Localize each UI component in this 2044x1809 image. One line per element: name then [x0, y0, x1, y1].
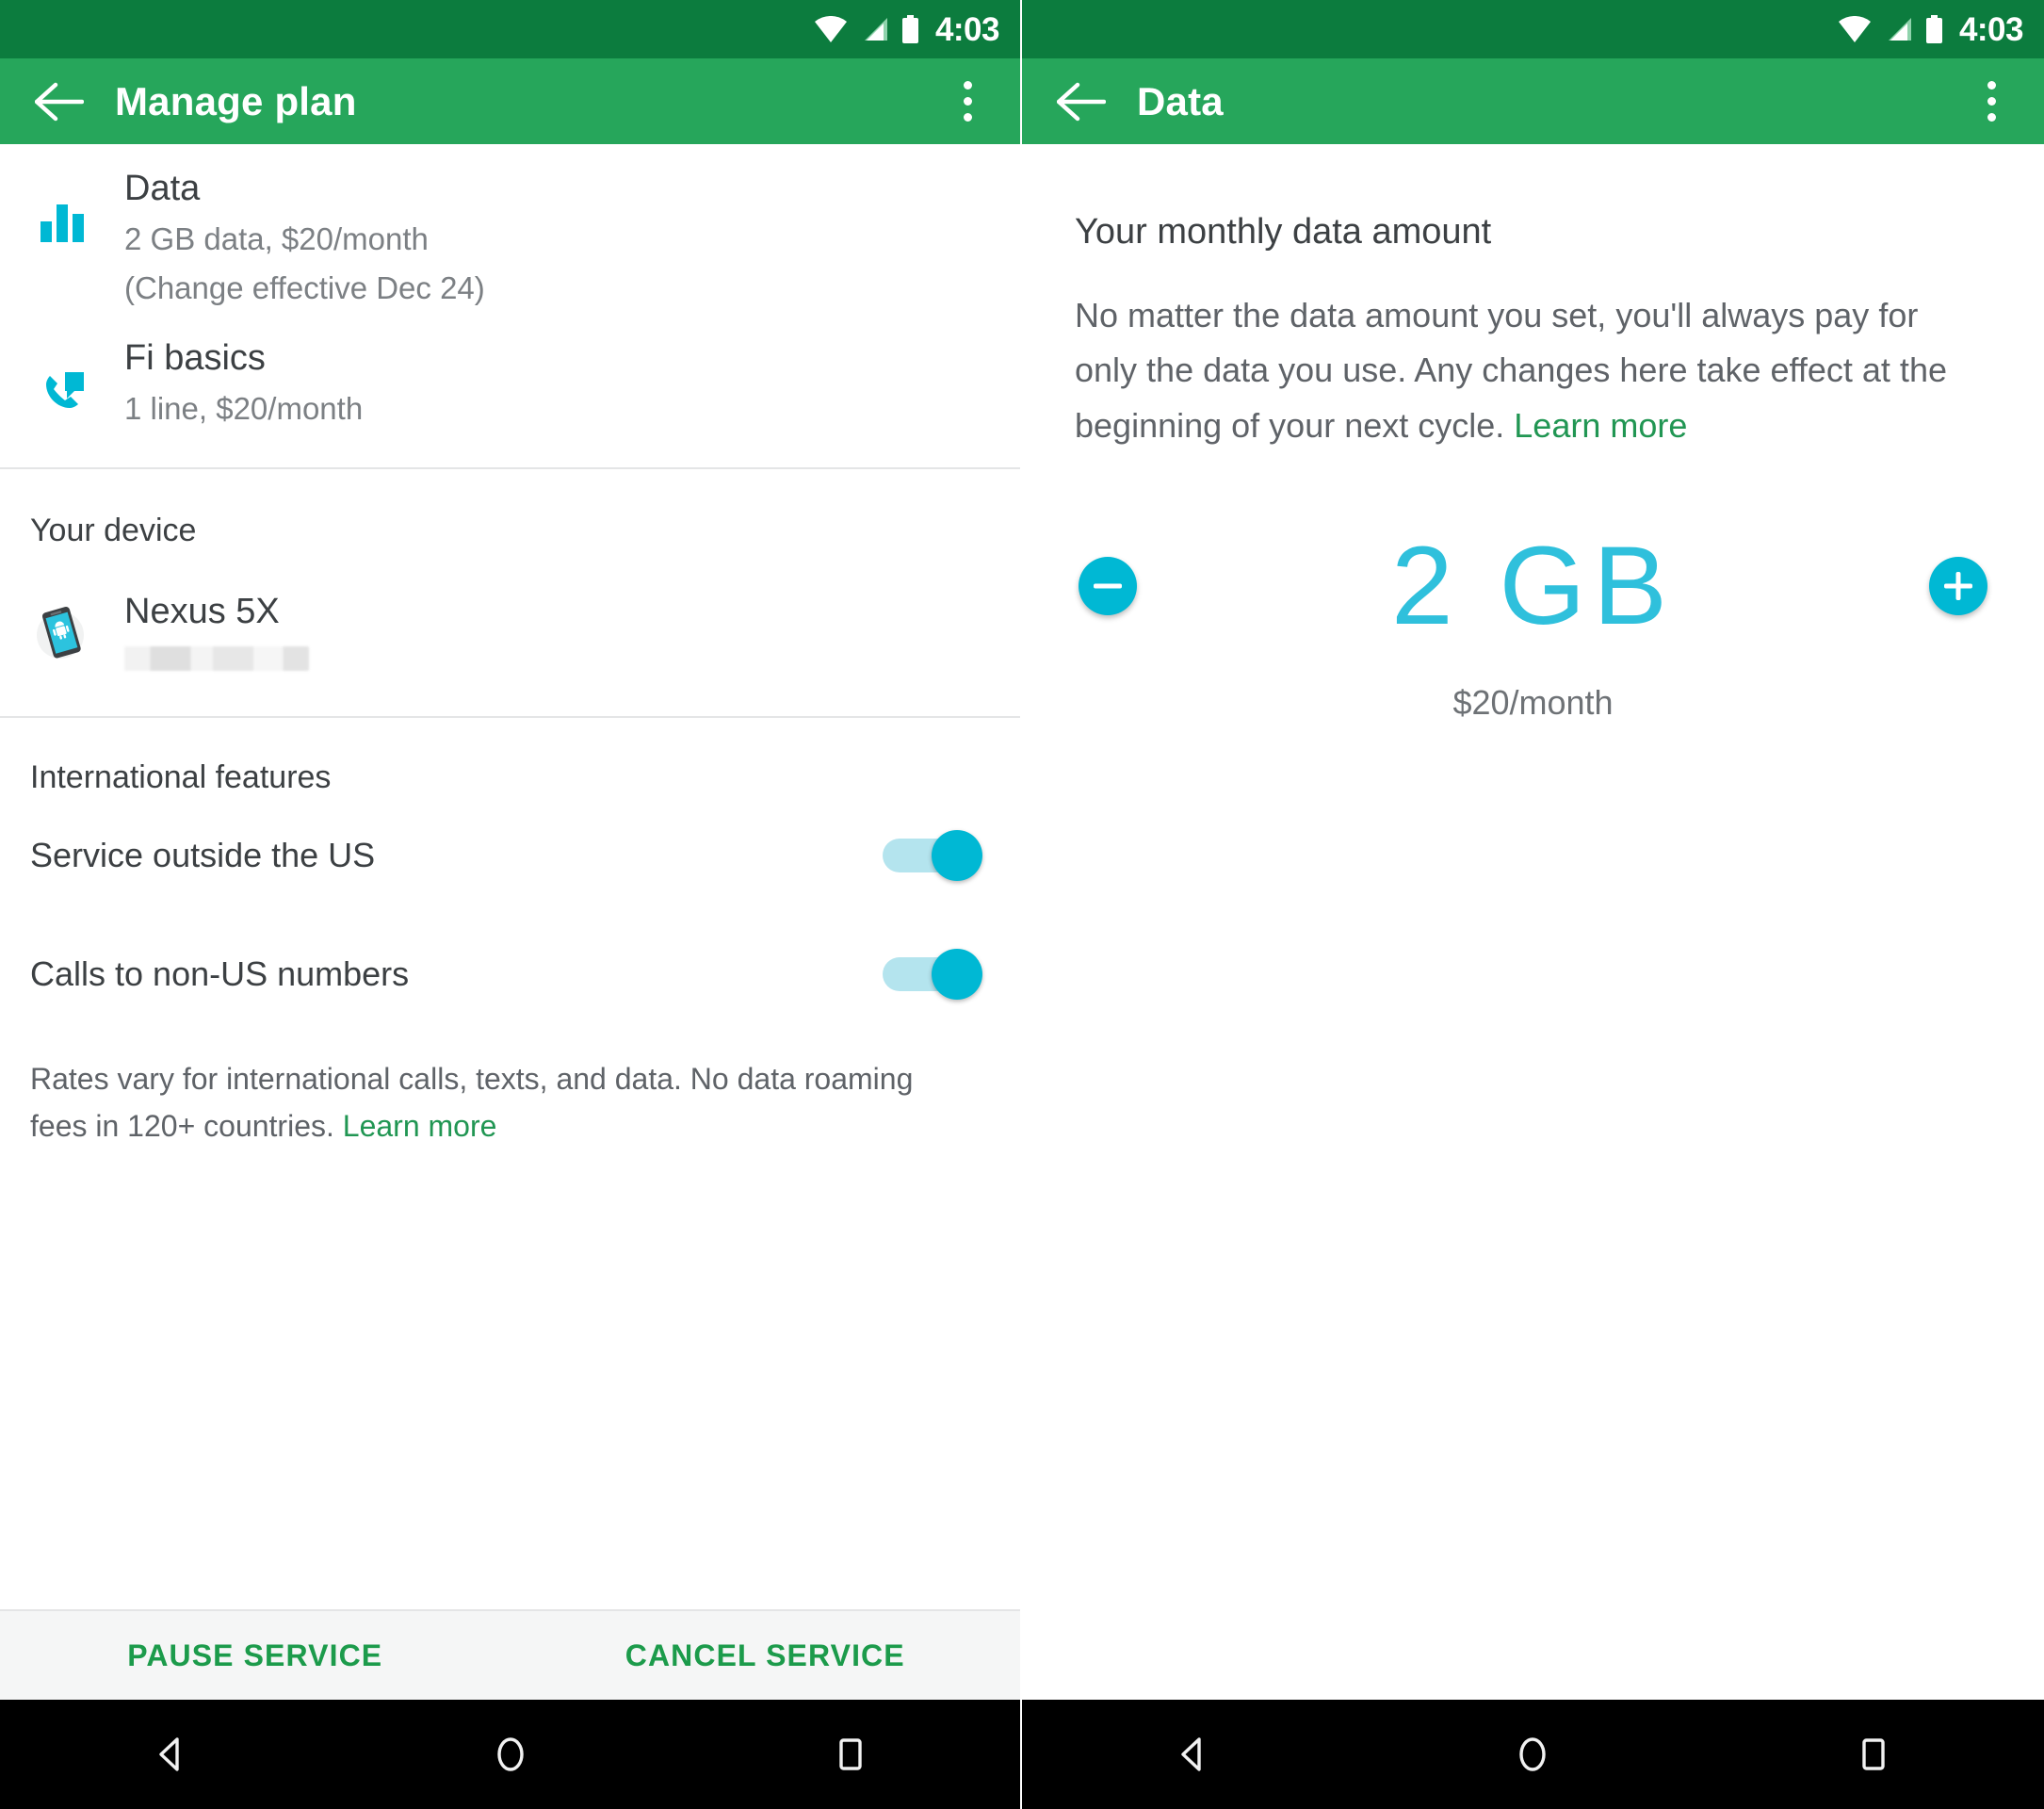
plan-row-data[interactable]: Data 2 GB data, $20/month (Change effect… — [0, 150, 1020, 319]
plan-row-title: Data — [124, 169, 201, 208]
phone-call-icon — [0, 336, 124, 416]
data-description-text: No matter the data amount you set, you'l… — [1075, 296, 1947, 445]
service-outside-us-switch[interactable] — [883, 830, 982, 882]
data-description: No matter the data amount you set, you'l… — [1022, 253, 2044, 453]
bar-chart-icon — [0, 167, 124, 246]
plan-row-sub1: 2 GB data, $20/month — [124, 221, 429, 257]
plan-row-sub2: (Change effective Dec 24) — [124, 270, 485, 306]
app-bar-right: Data — [1022, 58, 2044, 144]
dual-screenshot: 4:03 Manage plan Data 2 GB data, $20/mon… — [0, 0, 2044, 1809]
nav-back-icon[interactable] — [114, 1700, 227, 1809]
plus-circle-icon[interactable] — [1929, 556, 1987, 615]
nav-back-icon[interactable] — [1136, 1700, 1249, 1809]
nav-home-icon[interactable] — [1476, 1700, 1589, 1809]
data-learn-more-link[interactable]: Learn more — [1514, 406, 1687, 445]
toggle-label: Calls to non-US numbers — [30, 954, 410, 994]
device-row[interactable]: Nexus 5X — [0, 549, 1020, 717]
calls-to-non-us-numbers-switch[interactable] — [883, 949, 982, 1001]
right-content: Your monthly data amount No matter the d… — [1022, 144, 2044, 1700]
status-bar-icons-right: 4:03 — [1838, 10, 2024, 48]
plan-action-bar: PAUSE SERVICE CANCEL SERVICE — [0, 1609, 1020, 1700]
nav-recents-icon[interactable] — [1817, 1700, 1930, 1809]
cancel-service-button[interactable]: CANCEL SERVICE — [511, 1638, 1021, 1673]
wifi-icon — [814, 16, 847, 42]
data-price: $20/month — [1452, 682, 1614, 722]
plan-row-sub1: 1 line, $20/month — [124, 390, 364, 426]
toggle-label: Service outside the US — [30, 836, 376, 875]
overflow-menu-icon[interactable] — [1963, 67, 2020, 137]
rates-learn-more-link[interactable]: Learn more — [343, 1109, 497, 1143]
plan-row-texts: Data 2 GB data, $20/month (Change effect… — [124, 167, 1020, 310]
plan-row-fi-basics[interactable]: Fi basics 1 line, $20/month — [0, 319, 1020, 439]
pause-service-button[interactable]: PAUSE SERVICE — [0, 1638, 511, 1673]
status-bar-clock: 4:03 — [934, 10, 1000, 48]
nav-home-icon[interactable] — [454, 1700, 567, 1809]
nav-bar-left — [0, 1700, 1020, 1809]
status-bar-left: 4:03 — [0, 0, 1020, 58]
android-phone-icon — [0, 597, 124, 665]
left-content: Data 2 GB data, $20/month (Change effect… — [0, 144, 1020, 1700]
data-amount-stepper: 2 GB — [1022, 530, 2044, 642]
signal-icon — [859, 16, 889, 42]
minus-circle-icon[interactable] — [1079, 556, 1137, 615]
nav-bar-right — [1022, 1700, 2044, 1809]
monthly-data-amount-heading: Your monthly data amount — [1075, 212, 1492, 252]
plan-section: Data 2 GB data, $20/month (Change effect… — [0, 144, 1020, 467]
status-bar-right: 4:03 — [1022, 0, 2044, 58]
page-title: Data — [1137, 78, 1224, 123]
switch-thumb — [932, 830, 982, 882]
your-device-heading: Your device — [30, 512, 197, 548]
international-features-heading: International features — [30, 759, 332, 796]
page-title: Manage plan — [115, 78, 357, 123]
device-name: Nexus 5X — [124, 591, 280, 631]
device-texts: Nexus 5X — [124, 591, 1020, 672]
nav-recents-icon[interactable] — [794, 1700, 907, 1809]
redacted-phone-number — [124, 646, 309, 672]
toggle-row-calls-non-us[interactable]: Calls to non-US numbers — [0, 915, 1020, 1034]
plan-row-title: Fi basics — [124, 337, 266, 378]
signal-icon — [1883, 16, 1913, 42]
plan-row-texts: Fi basics 1 line, $20/month — [124, 336, 1020, 430]
status-bar-icons-left: 4:03 — [814, 10, 1000, 48]
right-phone-screen: 4:03 Data Your monthly data amount No ma… — [1022, 0, 2044, 1809]
wifi-icon — [1838, 16, 1871, 42]
data-amount-value: 2 GB — [1391, 523, 1675, 648]
back-arrow-icon[interactable] — [24, 67, 94, 137]
back-arrow-icon[interactable] — [1046, 67, 1116, 137]
app-bar-left: Manage plan — [0, 58, 1020, 144]
battery-icon — [901, 15, 919, 43]
status-bar-clock: 4:03 — [1958, 10, 2024, 48]
overflow-menu-icon[interactable] — [939, 67, 996, 137]
left-phone-screen: 4:03 Manage plan Data 2 GB data, $20/mon… — [0, 0, 1022, 1809]
switch-thumb — [932, 949, 982, 1001]
battery-icon — [1925, 15, 1943, 43]
toggle-row-service-outside-us[interactable]: Service outside the US — [0, 796, 1020, 915]
international-rates-note: Rates vary for international calls, text… — [0, 1034, 1020, 1149]
